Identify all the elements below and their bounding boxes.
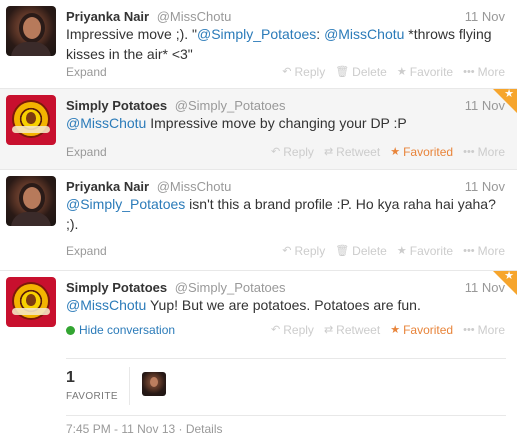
author-handle[interactable]: @MissChotu [157, 179, 232, 194]
more-icon: ••• [463, 244, 475, 257]
tweet-text: Impressive move ;). "@Simply_Potatoes: @… [66, 24, 510, 64]
tweet-text: @MissChotu Impressive move by changing y… [66, 113, 510, 133]
favorite-button[interactable]: ★ Favorite [397, 63, 453, 81]
more-icon: ••• [463, 145, 475, 158]
mention-link[interactable]: @MissChotu [66, 115, 146, 131]
favorited-label: Favorited [403, 323, 454, 337]
favorite-count[interactable]: 1 [66, 369, 75, 387]
tweet-text-segment: : [316, 26, 325, 42]
favorite-count-label: FAVORITE [66, 391, 118, 402]
reply-icon: ↶ [271, 323, 281, 336]
tweet-text: @MissChotu Yup! But we are potatoes. Pot… [66, 295, 510, 315]
tweet-3: Priyanka Nair @MissChotu 11 Nov @Simply_… [0, 170, 517, 271]
reply-label: Reply [283, 145, 314, 159]
more-icon: ••• [463, 65, 475, 78]
tweet-text-segment: Impressive move by changing your DP :P [146, 115, 407, 131]
reply-icon: ↶ [282, 65, 292, 78]
retweet-button[interactable]: ⇄ Retweet [324, 321, 380, 339]
action-buttons: ↶ Reply 🗑 Delete ★ Favorite ••• More [282, 242, 505, 260]
author-name[interactable]: Simply Potatoes [66, 280, 167, 295]
more-label: More [477, 323, 505, 337]
expand-button[interactable]: Expand [66, 143, 107, 161]
favorited-label: Favorited [403, 145, 454, 159]
more-label: More [477, 65, 505, 79]
retweet-icon: ⇄ [323, 323, 334, 336]
retweet-button[interactable]: ⇄ Retweet [324, 143, 380, 161]
star-icon: ★ [390, 145, 401, 158]
retweet-label: Retweet [336, 323, 381, 337]
favorite-button[interactable]: ★ Favorite [397, 242, 453, 260]
tweet-text-segment: Impressive move ;). " [66, 26, 197, 42]
star-icon: ★ [396, 244, 407, 257]
more-label: More [477, 145, 505, 159]
expand-button[interactable]: Expand [66, 63, 107, 81]
author-name[interactable]: Priyanka Nair [66, 179, 149, 194]
reply-button[interactable]: ↶ Reply [271, 321, 314, 339]
favorite-label: Favorite [409, 244, 454, 258]
tweet-stats: 1 FAVORITE [66, 358, 506, 416]
author-handle[interactable]: @MissChotu [157, 9, 232, 24]
reply-icon: ↶ [282, 244, 292, 257]
mention-link[interactable]: @MissChotu [66, 297, 146, 313]
hide-conversation-label: Hide conversation [79, 323, 176, 337]
tweet-actions: Expand ↶ Reply ⇄ Retweet ★ Favorited ••• Mor… [66, 143, 505, 161]
more-button[interactable]: ••• More [463, 143, 505, 161]
delete-label: Delete [352, 65, 387, 79]
tweet-text: @Simply_Potatoes isn't this a brand prof… [66, 194, 510, 234]
author-handle[interactable]: @Simply_Potatoes [175, 280, 286, 295]
delete-button[interactable]: 🗑 Delete [335, 242, 387, 260]
reply-button[interactable]: ↶ Reply [282, 242, 325, 260]
avatar[interactable] [6, 6, 56, 56]
conversation-icon [66, 326, 75, 335]
action-buttons: ↶ Reply 🗑 Delete ★ Favorite ••• More [282, 63, 505, 81]
favoriter-avatar[interactable] [142, 372, 166, 396]
mention-link[interactable]: @Simply_Potatoes [197, 26, 316, 42]
expand-button[interactable]: Expand [66, 242, 107, 260]
reply-label: Reply [283, 323, 314, 337]
delete-button[interactable]: 🗑 Delete [335, 63, 387, 81]
trash-icon: 🗑 [335, 65, 350, 78]
brand-logo-icon [12, 284, 50, 318]
tweet-actions: Hide conversation ↶ Reply ⇄ Retweet ★ Favor… [66, 321, 505, 339]
more-button[interactable]: ••• More [463, 242, 505, 260]
tweet-actions: Expand ↶ Reply 🗑 Delete ★ Favorite ••• More [66, 63, 505, 81]
favorited-button[interactable]: ★ Favorited [390, 143, 453, 161]
action-buttons: ↶ Reply ⇄ Retweet ★ Favorited ••• More [271, 321, 505, 339]
hide-conversation-button[interactable]: Hide conversation [66, 321, 175, 339]
delete-label: Delete [352, 244, 387, 258]
avatar[interactable] [6, 95, 56, 145]
avatar[interactable] [6, 277, 56, 327]
reply-label: Reply [294, 244, 326, 258]
mention-link[interactable]: @MissChotu [324, 26, 404, 42]
tweet-details-line[interactable]: 7:45 PM - 11 Nov 13 · Details [66, 422, 223, 436]
action-buttons: ↶ Reply ⇄ Retweet ★ Favorited ••• More [271, 143, 505, 161]
more-icon: ••• [463, 323, 475, 336]
avatar[interactable] [6, 176, 56, 226]
tweet-1: Priyanka Nair @MissChotu 11 Nov Impressi… [0, 0, 517, 89]
star-icon: ★ [396, 65, 407, 78]
reply-icon: ↶ [271, 145, 281, 158]
more-button[interactable]: ••• More [463, 321, 505, 339]
tweet-2: ★ Simply Potatoes @Simply_Potatoes 11 No… [0, 88, 517, 170]
tweet-actions: Expand ↶ Reply 🗑 Delete ★ Favorite ••• More [66, 242, 505, 260]
brand-logo-icon [12, 102, 50, 136]
more-label: More [477, 244, 505, 258]
stats-divider [129, 367, 130, 405]
star-icon: ★ [390, 323, 401, 336]
mention-link[interactable]: @Simply_Potatoes [66, 196, 185, 212]
reply-button[interactable]: ↶ Reply [282, 63, 325, 81]
reply-label: Reply [294, 65, 326, 79]
tweet-text-segment: Yup! But we are potatoes. Potatoes are f… [146, 297, 421, 313]
favorited-button[interactable]: ★ Favorited [390, 321, 453, 339]
retweet-icon: ⇄ [323, 145, 334, 158]
author-name[interactable]: Simply Potatoes [66, 98, 167, 113]
author-name[interactable]: Priyanka Nair [66, 9, 149, 24]
reply-button[interactable]: ↶ Reply [271, 143, 314, 161]
trash-icon: 🗑 [335, 244, 350, 257]
more-button[interactable]: ••• More [463, 63, 505, 81]
tweet-4-expanded: ★ Simply Potatoes @Simply_Potatoes 11 No… [0, 270, 517, 439]
author-handle[interactable]: @Simply_Potatoes [175, 98, 286, 113]
favorite-label: Favorite [409, 65, 454, 79]
retweet-label: Retweet [336, 145, 381, 159]
